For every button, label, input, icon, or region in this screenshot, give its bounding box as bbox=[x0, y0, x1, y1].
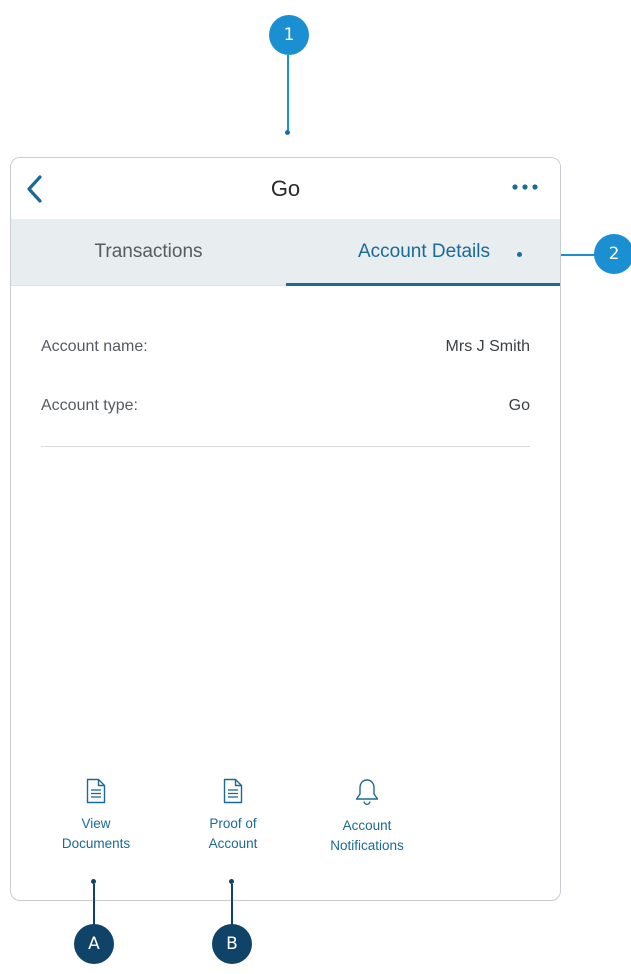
tab-transactions[interactable]: Transactions bbox=[11, 219, 286, 285]
detail-value: Go bbox=[508, 397, 530, 414]
callout-b: B bbox=[212, 924, 252, 964]
account-notifications-button[interactable]: Account Notifications bbox=[308, 778, 426, 856]
action-label: Proof of Account bbox=[208, 816, 258, 851]
view-documents-button[interactable]: View Documents bbox=[49, 778, 143, 854]
callout-2-dot bbox=[517, 252, 522, 257]
callout-b-leader bbox=[231, 884, 233, 926]
tab-bar: Transactions Account Details bbox=[11, 219, 560, 286]
nav-bar: Go bbox=[11, 158, 560, 219]
callout-1: 1 bbox=[269, 15, 309, 55]
detail-row-account-name: Account name: Mrs J Smith bbox=[41, 338, 530, 397]
ellipsis-icon[interactable] bbox=[510, 180, 540, 194]
callout-a: A bbox=[74, 924, 114, 964]
action-bar: View Documents Proof of Account Account Not… bbox=[11, 778, 560, 878]
document-icon bbox=[223, 778, 243, 804]
callout-1-leader bbox=[287, 55, 289, 130]
detail-label: Account type: bbox=[41, 397, 138, 414]
page-title: Go bbox=[270, 176, 301, 201]
action-label: Account Notifications bbox=[330, 818, 404, 853]
action-label: View Documents bbox=[61, 816, 131, 851]
proof-of-account-button[interactable]: Proof of Account bbox=[181, 778, 285, 854]
callout-1-dot bbox=[285, 130, 290, 135]
detail-value: Mrs J Smith bbox=[445, 338, 530, 355]
detail-row-account-type: Account type: Go bbox=[41, 397, 530, 456]
bell-icon bbox=[355, 779, 379, 806]
account-details: Account name: Mrs J Smith Account type: … bbox=[41, 285, 530, 447]
callout-2: 2 bbox=[594, 234, 631, 274]
detail-label: Account name: bbox=[41, 338, 148, 355]
callout-a-leader bbox=[93, 884, 95, 926]
phone-screen: Go Transactions Account Details Account … bbox=[10, 157, 561, 901]
document-icon bbox=[86, 778, 106, 804]
